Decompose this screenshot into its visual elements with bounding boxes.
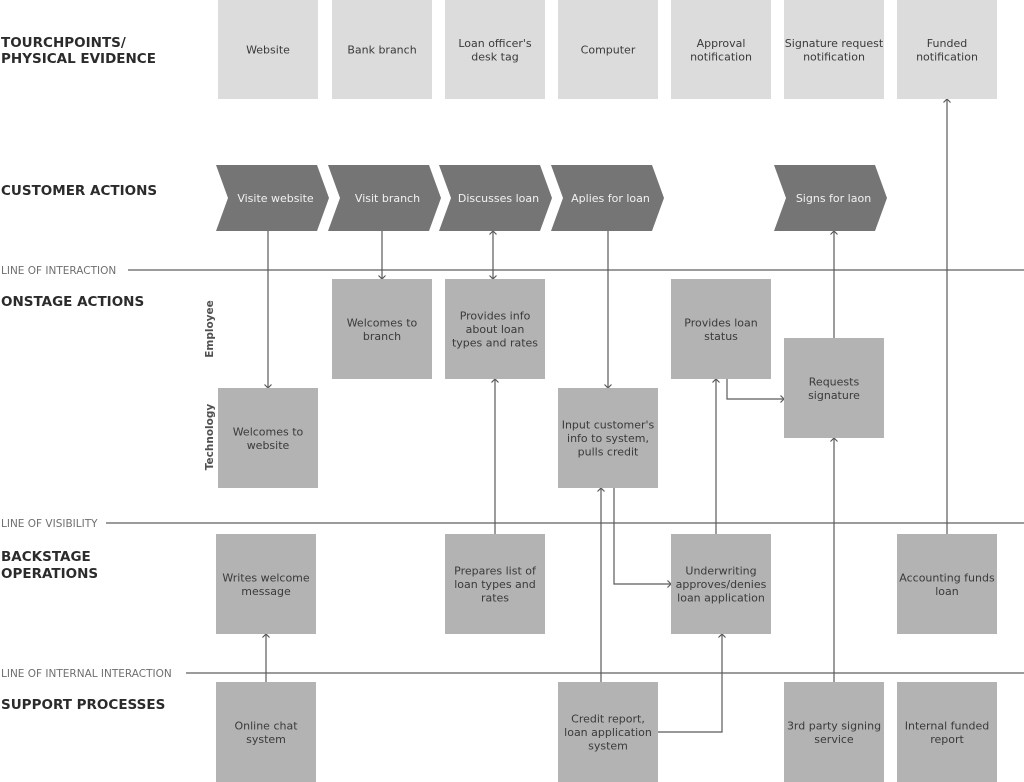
lane-title-support-processes: SUPPORT PROCESSES <box>1 697 165 713</box>
touchpoint-funded[interactable]: Funded notification <box>897 0 997 99</box>
customer-action-visit-branch-label: Visit branch <box>355 192 420 205</box>
backstage-underwriting[interactable]: Underwriting approves/denies loan applicat… <box>671 534 771 634</box>
touchpoint-website-label: Website <box>246 44 290 57</box>
support-credit-report[interactable]: Credit report, loan application system <box>558 682 658 782</box>
onstage-welcomes-website[interactable]: Welcomes to website <box>218 388 318 488</box>
touchpoint-website[interactable]: Website <box>218 0 318 99</box>
customer-action-applies-loan[interactable]: Aplies for loan <box>551 165 664 231</box>
customer-action-signs-loan[interactable]: Signs for laon <box>774 165 887 231</box>
onstage-loan-status[interactable]: Provides loan status <box>671 279 771 379</box>
touchpoint-bank-branch[interactable]: Bank branch <box>332 0 432 99</box>
line-label-visibility: LINE OF VISIBILITY <box>1 518 98 530</box>
onstage-requests-signature[interactable]: Requests signature <box>784 338 884 438</box>
touchpoint-desk-tag[interactable]: Loan officer's desk tag <box>445 0 545 99</box>
customer-action-visit-website-label: Visite website <box>237 192 314 205</box>
support-online-chat[interactable]: Online chat system <box>216 682 316 782</box>
lane-title-onstage-actions: ONSTAGE ACTIONS <box>1 294 144 310</box>
line-label-interaction: LINE OF INTERACTION <box>1 265 116 277</box>
backstage-welcome-message[interactable]: Writes welcome message <box>216 534 316 634</box>
connector-credit-report-to-underwriting <box>658 634 723 733</box>
line-label-internal-interaction: LINE OF INTERNAL INTERACTION <box>1 668 172 680</box>
support-funded-report[interactable]: Internal funded report <box>897 682 997 782</box>
touchpoint-approval[interactable]: Approval notification <box>671 0 771 99</box>
lane-title-backstage-operations: BACKSTAGE OPERATIONS <box>1 549 98 582</box>
customer-action-visit-branch[interactable]: Visit branch <box>328 165 441 231</box>
touchpoint-signature-request[interactable]: Signature request notification <box>784 0 884 99</box>
lane-title-customer-actions: CUSTOMER ACTIONS <box>1 183 157 199</box>
onstage-input-info[interactable]: Input customer's info to system, pulls cre… <box>558 388 658 488</box>
customer-action-signs-loan-label: Signs for laon <box>796 192 871 205</box>
sublane-label-employee: Employee <box>204 300 216 358</box>
backstage-underwriting-label: Underwriting approves/denies loan applicat… <box>676 565 767 605</box>
sublane-label-technology: Technology <box>204 404 216 471</box>
backstage-accounting[interactable]: Accounting funds loan <box>897 534 997 634</box>
touchpoint-computer[interactable]: Computer <box>558 0 658 99</box>
connector-input-info-to-underwriting <box>613 488 671 585</box>
boxes: Website Bank branch Loan officer's desk tag… <box>216 0 997 782</box>
onstage-welcomes-branch[interactable]: Welcomes to branch <box>332 279 432 379</box>
lane-title-touchpoints: TOURCHPOINTS/ PHYSICAL EVIDENCE <box>1 35 156 67</box>
touchpoint-bank-branch-label: Bank branch <box>347 44 416 57</box>
customer-action-discusses-loan-label: Discusses loan <box>458 192 539 205</box>
onstage-requests-signature-label: Requests signature <box>808 375 860 402</box>
service-blueprint-diagram: TOURCHPOINTS/ PHYSICAL EVIDENCE CUSTOMER… <box>1 0 1024 782</box>
backstage-prepares-list[interactable]: Prepares list of loan types and rates <box>445 534 545 634</box>
customer-action-applies-loan-label: Aplies for loan <box>571 192 650 205</box>
support-signing-service[interactable]: 3rd party signing service <box>784 682 884 782</box>
onstage-provides-info[interactable]: Provides info about loan types and rates <box>445 279 545 379</box>
touchpoint-computer-label: Computer <box>581 44 636 57</box>
customer-action-discusses-loan[interactable]: Discusses loan <box>439 165 552 231</box>
touchpoint-approval-label: Approval notification <box>690 37 752 64</box>
customer-action-visit-website[interactable]: Visite website <box>216 165 329 231</box>
connector-loan-status-to-requests-signature <box>726 379 784 400</box>
